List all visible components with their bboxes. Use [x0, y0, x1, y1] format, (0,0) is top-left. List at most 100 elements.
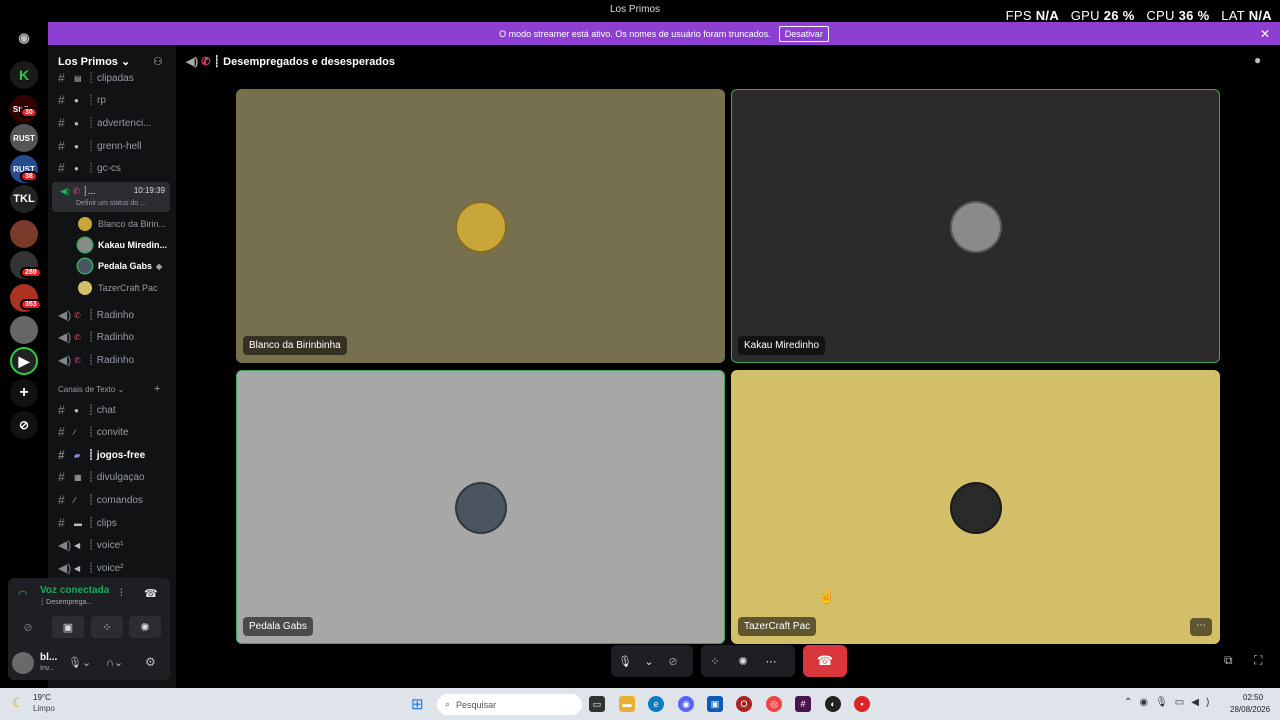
- opera-icon[interactable]: O: [736, 696, 752, 712]
- disable-streamer-button[interactable]: Desativar: [778, 25, 829, 42]
- member-name: Pedala Gabs: [98, 261, 153, 271]
- app-window: Los Primos FPS N/A GPU 26 % CPU 36 % LAT…: [0, 0, 1280, 720]
- channel-item[interactable]: # ● ┊ gc-cs: [58, 158, 168, 178]
- window-title: Los Primos: [610, 4, 661, 15]
- channel-item[interactable]: # ▰ ┊ jogos-free: [58, 445, 168, 465]
- username[interactable]: bl...: [40, 652, 57, 663]
- slack-icon[interactable]: #: [795, 696, 811, 712]
- chrome-icon[interactable]: ◎: [766, 696, 782, 712]
- channel-item[interactable]: # ∕ ┊ convite: [58, 422, 168, 442]
- fps-value: N/A: [1035, 8, 1060, 23]
- participant-tile[interactable]: Blanco da Birinbinha: [236, 89, 725, 363]
- camera-off-icon[interactable]: ⊘: [12, 616, 44, 638]
- steam-icon[interactable]: ◐: [825, 696, 841, 712]
- gpu-value: 26 %: [1103, 8, 1135, 23]
- channel-title: ┊ Desempregados e desesperados: [213, 56, 395, 68]
- app-icon[interactable]: ▪: [854, 696, 870, 712]
- task-view-icon[interactable]: ▭: [589, 696, 605, 712]
- voice-channel-item[interactable]: ◀) ✆ ┊ Radinho: [58, 327, 168, 347]
- system-tray[interactable]: ⌃◉🎙︎▭◀): [1124, 697, 1216, 708]
- channel-name: ┊ Radinho: [88, 331, 135, 343]
- channel-item[interactable]: # ▬ ┊ clips: [58, 513, 168, 533]
- explore-icon[interactable]: ⊘: [10, 411, 38, 439]
- voice-member[interactable]: TazerCraft Pac: [78, 278, 158, 298]
- mouse-cursor: ☝: [818, 588, 836, 604]
- channel-item[interactable]: # ● ┊ chat: [58, 400, 168, 420]
- hang-up-button[interactable]: ☎: [803, 645, 847, 677]
- store-icon[interactable]: ▣: [707, 696, 723, 712]
- clapper-icon: ▬: [74, 518, 82, 528]
- noise-suppression-icon[interactable]: ⫶: [120, 588, 123, 599]
- headphones-icon[interactable]: ∩⌄: [106, 656, 123, 669]
- chat-bubble-icon: ●: [74, 95, 79, 105]
- voice-channel-item[interactable]: ◀) ✆ ┊ Radinho: [58, 350, 168, 370]
- user-status: Inv...: [40, 665, 55, 672]
- disconnect-icon[interactable]: ☎: [144, 587, 158, 600]
- hash-icon: #: [58, 93, 65, 107]
- add-member-icon[interactable]: ⚇: [153, 55, 163, 68]
- channel-item[interactable]: # ⁄ ┊ comandos: [58, 490, 168, 510]
- activities-icon[interactable]: ⁘: [91, 616, 123, 638]
- voice-member[interactable]: Blanco da Birin...: [78, 214, 166, 234]
- channel-header: ◀) ✆ ┊ Desempregados e desesperados: [186, 55, 395, 68]
- signal-icon[interactable]: ◠: [18, 588, 28, 601]
- channel-name: ┊ Radinho: [88, 309, 135, 321]
- hash-icon: #: [58, 71, 65, 85]
- hash-icon: #: [58, 448, 65, 462]
- channel-name: ┊ voice¹: [88, 539, 124, 551]
- taskbar-search[interactable]: ⌕ Pesquisar: [437, 694, 582, 715]
- server-icon[interactable]: [10, 316, 38, 344]
- channel-item[interactable]: # ● ┊ advertenci...: [58, 113, 168, 133]
- participant-tile[interactable]: TazerCraft Pac ⋯: [731, 370, 1220, 644]
- chat-icon[interactable]: ●: [1254, 53, 1261, 67]
- edge-icon[interactable]: e: [648, 696, 664, 712]
- screen-share-icon[interactable]: ▣: [52, 616, 84, 638]
- soundboard-icon[interactable]: ✺: [729, 647, 757, 675]
- discord-icon[interactable]: ◉: [678, 696, 694, 712]
- server-icon[interactable]: K: [10, 61, 38, 89]
- fullscreen-icon[interactable]: ⛶: [1254, 653, 1262, 668]
- phone-hangup-icon: ☎: [816, 653, 834, 668]
- voice-channel-item[interactable]: ◀) ◀ ┊ voice¹: [58, 535, 168, 555]
- participant-tile[interactable]: Kakau Miredinho: [731, 89, 1220, 363]
- voice-channel-item[interactable]: ◀) ◀ ┊ voice²: [58, 558, 168, 578]
- file-explorer-icon[interactable]: ▬: [619, 696, 635, 712]
- notification-badge: 353: [20, 299, 42, 310]
- perf-overlay: FPS N/A GPU 26 % CPU 36 % LAT N/A: [1006, 8, 1272, 23]
- more-options-icon[interactable]: ⋯: [757, 647, 785, 675]
- voice-channel-item[interactable]: ◀) ✆ ┊ Radinho: [58, 305, 168, 325]
- channel-item[interactable]: # ▤ ┊ clipadas: [58, 68, 168, 88]
- server-icon[interactable]: [10, 220, 38, 248]
- popout-icon[interactable]: ⧉: [1224, 653, 1233, 668]
- channel-item[interactable]: # ● ┊ grenn-hell: [58, 136, 168, 156]
- channel-item[interactable]: # ▦ ┊ divulgaçao: [58, 467, 168, 487]
- microphone-icon[interactable]: 🎙︎⌄: [68, 656, 91, 669]
- voice-channel-link[interactable]: ┊ Desempregа...: [40, 598, 92, 606]
- activities-icon[interactable]: ⁘: [701, 647, 729, 675]
- clock-time: 02:50: [1243, 693, 1264, 702]
- avatar[interactable]: [12, 652, 34, 674]
- participant-tile[interactable]: Pedala Gabs: [236, 370, 725, 644]
- voice-status-text[interactable]: Definir um status do ...: [76, 200, 146, 207]
- chevron-down-icon[interactable]: ⌄: [639, 647, 659, 675]
- soundboard-icon[interactable]: ✺: [129, 616, 161, 638]
- gear-icon[interactable]: ⚙: [145, 655, 156, 669]
- windows-start-icon[interactable]: ⊞: [411, 695, 424, 713]
- category-header[interactable]: Canais de Texto ⌄ +: [58, 383, 160, 395]
- add-server-icon[interactable]: +: [10, 379, 38, 407]
- server-icon[interactable]: TKL: [10, 185, 38, 213]
- channel-item[interactable]: # ● ┊ rp: [58, 90, 168, 110]
- add-channel-icon[interactable]: +: [154, 383, 160, 395]
- more-options-icon[interactable]: ⋯: [1190, 618, 1212, 636]
- server-name-dropdown[interactable]: Los Primos ⌄: [58, 55, 130, 68]
- voice-member[interactable]: Kakau Miredin...: [78, 235, 167, 255]
- active-voice-channel[interactable]: ◀) ✆ ┊... 10:19:39 Definir um status do …: [52, 182, 170, 212]
- microphone-icon[interactable]: 🎙︎: [611, 647, 639, 675]
- camera-off-icon[interactable]: ⊘: [659, 647, 687, 675]
- discord-home-icon[interactable]: ◉: [10, 24, 38, 52]
- server-icon[interactable]: RUST: [10, 124, 38, 152]
- close-icon[interactable]: ✕: [1260, 27, 1270, 41]
- member-name: Blanco da Birin...: [98, 219, 167, 229]
- server-icon[interactable]: ▶: [10, 347, 38, 375]
- voice-member[interactable]: Pedala Gabs ◈: [78, 256, 162, 276]
